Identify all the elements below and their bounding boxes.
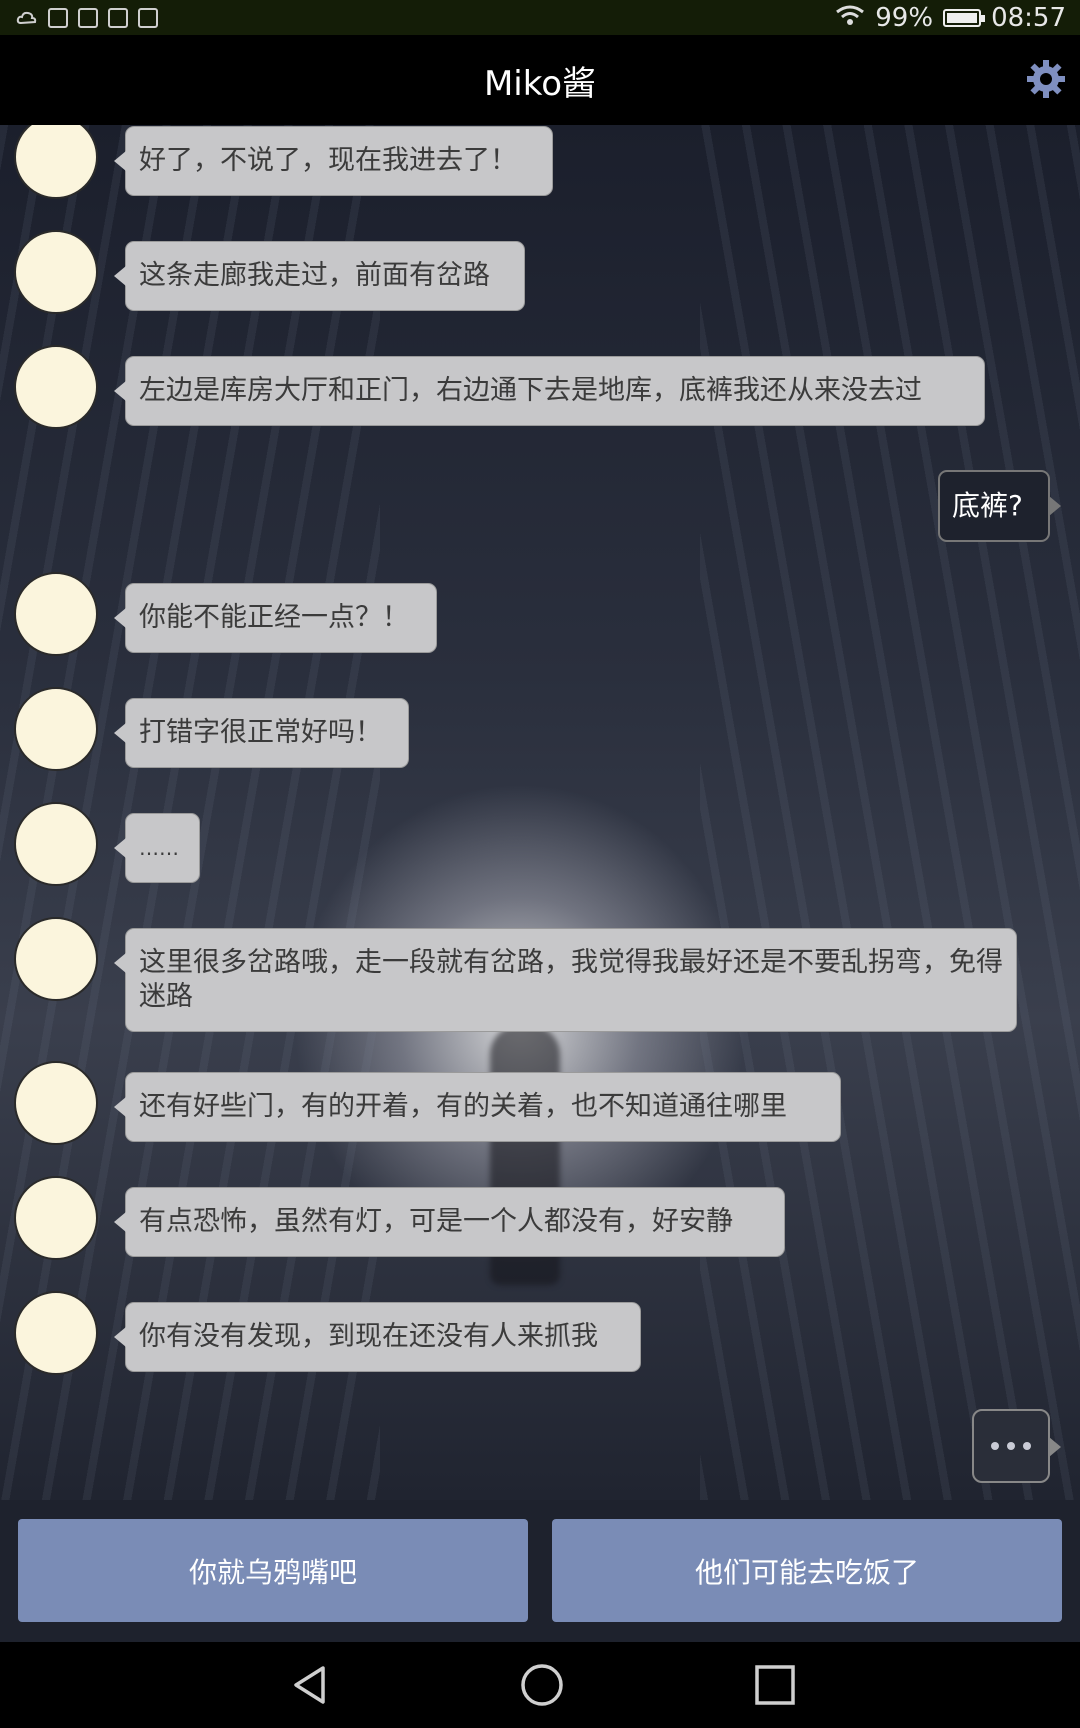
message-bubble: 打错字很正常好吗！ <box>114 698 409 768</box>
reply-panel: 你就乌鸦嘴吧 他们可能去吃饭了 <box>0 1500 1080 1642</box>
typing-dot <box>991 1442 999 1450</box>
wifi-icon <box>835 3 865 33</box>
keyboard-icon <box>108 7 128 28</box>
avatar[interactable] <box>14 1176 98 1260</box>
back-icon[interactable] <box>288 1662 334 1708</box>
avatar[interactable] <box>14 1291 98 1375</box>
user-message-bubble: 底裤? <box>938 470 1061 542</box>
cloud-icon <box>16 3 38 33</box>
avatar[interactable] <box>14 1061 98 1145</box>
message-bubble: 好了，不说了，现在我进去了！ <box>114 126 553 196</box>
avatar[interactable] <box>14 345 98 429</box>
message-bubble: 还有好些门，有的开着，有的关着，也不知道通往哪里 <box>114 1072 841 1142</box>
recents-icon[interactable] <box>752 1662 798 1708</box>
mail-icon <box>78 7 98 28</box>
battery-icon <box>943 8 986 27</box>
navigation-bar <box>0 1642 1080 1728</box>
avatar[interactable] <box>14 917 98 1001</box>
chat-title: Miko酱 <box>483 63 597 104</box>
message-bubble: 有点恐怖，虽然有灯，可是一个人都没有，好安静 <box>114 1187 785 1257</box>
app-header: Miko酱 <box>0 35 1080 125</box>
gear-icon[interactable] <box>1026 59 1066 99</box>
reply-option-button[interactable]: 你就乌鸦嘴吧 <box>18 1519 528 1622</box>
reply-option-button[interactable]: 他们可能去吃饭了 <box>552 1519 1062 1622</box>
background-corridor-right <box>700 125 1080 1500</box>
message-bubble: 你能不能正经一点？！ <box>114 583 437 653</box>
clock: 08:57 <box>991 2 1066 33</box>
message-bubble: 左边是库房大厅和正门，右边通下去是地库，底裤我还从来没去过 <box>114 356 985 426</box>
avatar[interactable] <box>14 687 98 771</box>
image-icon <box>138 7 158 28</box>
notification-icons <box>16 3 158 33</box>
battery-percent: 99% <box>875 2 934 33</box>
message-bubble: 这里很多岔路哦，走一段就有岔路，我觉得我最好还是不要乱拐弯，免得迷路 <box>114 928 1017 1032</box>
message-bubble: …… <box>114 813 200 883</box>
message-bubble: 你有没有发现，到现在还没有人来抓我 <box>114 1302 641 1372</box>
chat-area[interactable]: 好了，不说了，现在我进去了！ 这条走廊我走过，前面有岔路 左边是库房大厅和正门，… <box>0 125 1080 1500</box>
typing-dot <box>1023 1442 1031 1450</box>
avatar[interactable] <box>14 230 98 314</box>
avatar[interactable] <box>14 572 98 656</box>
home-icon[interactable] <box>519 1662 565 1708</box>
avatar[interactable] <box>14 802 98 886</box>
sim-icon <box>48 7 68 28</box>
message-bubble: 这条走廊我走过，前面有岔路 <box>114 241 525 311</box>
status-bar: 99% 08:57 <box>0 0 1080 35</box>
typing-indicator <box>972 1409 1061 1483</box>
typing-dot <box>1007 1442 1015 1450</box>
